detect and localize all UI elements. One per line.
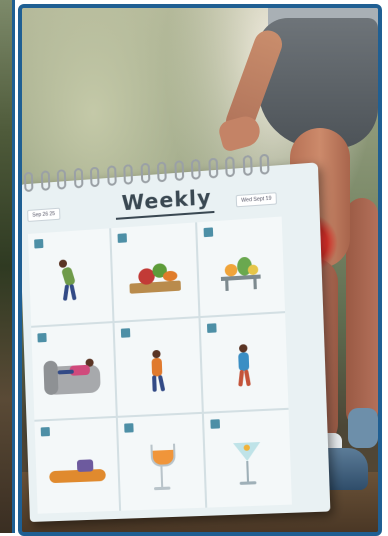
checkbox-icon — [37, 332, 47, 343]
neighbor-photo-strip — [0, 0, 15, 533]
checkbox-icon — [117, 233, 128, 243]
calendar-grid — [27, 216, 292, 514]
binding-ring — [242, 154, 253, 177]
orange-drink-icon — [147, 439, 176, 495]
grid-cell — [27, 228, 113, 326]
binding-ring — [56, 169, 67, 190]
checkbox-icon — [34, 238, 44, 249]
walking-figure-icon — [228, 341, 261, 394]
checkbox-icon — [203, 227, 213, 238]
binding-ring — [224, 156, 236, 178]
runner-hand — [216, 113, 264, 153]
checkbox-icon — [121, 328, 131, 338]
binding-ring — [259, 153, 270, 175]
binding-ring — [40, 170, 50, 191]
grid-cell — [111, 222, 199, 321]
runner-back-leg — [346, 198, 378, 428]
checkbox-icon — [124, 423, 134, 433]
grid-cell — [114, 318, 202, 416]
checkbox-icon — [40, 427, 50, 437]
armchair-rest-icon — [42, 354, 105, 399]
binding-ring — [140, 162, 150, 184]
binding-ring — [106, 165, 117, 187]
grid-cell — [203, 409, 292, 508]
vegetable-platter-icon — [126, 258, 185, 296]
binding-ring — [207, 157, 218, 179]
stretching-figure-icon — [54, 256, 86, 308]
grid-cell — [200, 313, 289, 412]
binding-ring — [73, 167, 83, 189]
weekly-desk-calendar: Sep 26 25 Wed Sept 19 Weekly — [22, 153, 331, 522]
grid-cell — [118, 413, 205, 511]
binding-ring — [23, 171, 34, 193]
binding-ring — [156, 161, 167, 183]
checkbox-icon — [206, 323, 217, 333]
cocktail-glass-icon — [231, 437, 264, 490]
grid-cell — [34, 417, 120, 514]
binding-ring — [123, 164, 134, 185]
drinking-figure-icon — [142, 347, 174, 397]
binding-ring — [190, 158, 201, 180]
checkbox-icon — [210, 419, 220, 429]
grid-cell — [196, 216, 286, 317]
runner-back-shoe — [348, 408, 378, 448]
photo-frame: Sep 26 25 Wed Sept 19 Weekly — [18, 4, 382, 536]
fruit-table-icon — [216, 251, 265, 291]
binding-ring — [89, 166, 100, 188]
grid-cell — [31, 323, 117, 420]
cushion-icon — [46, 454, 107, 487]
binding-ring — [173, 160, 184, 182]
